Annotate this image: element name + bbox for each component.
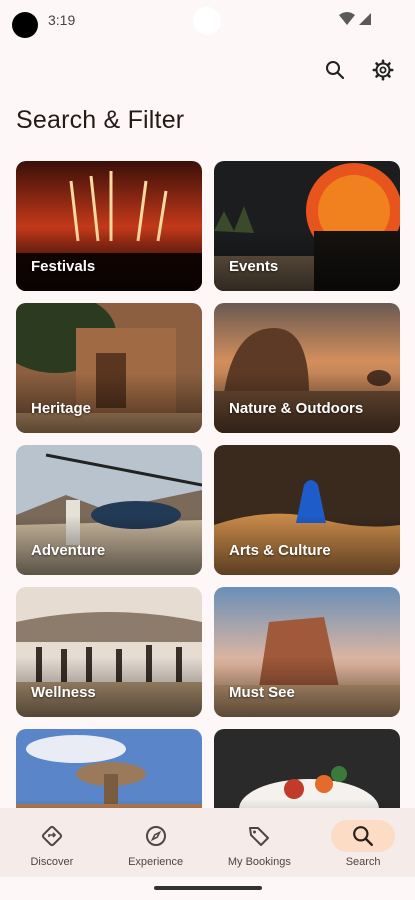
home-indicator[interactable] xyxy=(154,886,262,890)
status-time: 3:19 xyxy=(48,12,76,28)
bottom-navigation: Discover Experience My Bookings Search xyxy=(0,808,415,877)
settings-gear-icon xyxy=(372,59,394,81)
wifi-icon xyxy=(339,12,355,25)
status-icons xyxy=(339,12,373,31)
nav-pill-active xyxy=(331,820,396,852)
tag-icon xyxy=(249,827,270,846)
category-card-heritage[interactable]: Heritage xyxy=(16,303,202,433)
card-label: Heritage xyxy=(31,400,92,417)
category-grid: Festivals Events Heritage Nature & Outdo… xyxy=(16,161,400,859)
card-label: Nature & Outdoors xyxy=(229,400,364,417)
page-title: Search & Filter xyxy=(16,106,185,134)
nav-item-my-bookings[interactable]: My Bookings xyxy=(208,808,312,877)
category-card-events[interactable]: Events xyxy=(214,161,400,291)
card-label: Events xyxy=(229,258,279,275)
card-label: Wellness xyxy=(31,684,96,701)
card-label: Arts & Culture xyxy=(229,542,331,559)
front-camera xyxy=(12,12,38,38)
camera-cutout xyxy=(193,7,221,35)
card-label: Festivals xyxy=(31,258,96,275)
nav-item-search[interactable]: Search xyxy=(311,808,415,877)
category-card-festivals[interactable]: Festivals xyxy=(16,161,202,291)
nav-label: Discover xyxy=(30,856,74,868)
compass-icon xyxy=(145,826,166,846)
status-bar: 3:19 xyxy=(0,0,415,40)
category-card-adventure[interactable]: Adventure xyxy=(16,445,202,575)
nav-pill xyxy=(124,820,188,852)
search-icon xyxy=(353,826,374,847)
nav-label: My Bookings xyxy=(227,856,291,868)
category-card-arts-culture[interactable]: Arts & Culture xyxy=(214,445,400,575)
settings-button[interactable] xyxy=(369,56,397,84)
card-label: Must See xyxy=(229,684,295,701)
search-icon xyxy=(326,61,345,80)
nav-item-experience[interactable]: Experience xyxy=(104,808,208,877)
nav-pill xyxy=(227,820,291,852)
category-card-wellness[interactable]: Wellness xyxy=(16,587,202,717)
nav-pill xyxy=(20,820,84,852)
nav-label: Search xyxy=(345,856,381,868)
card-label: Adventure xyxy=(31,542,106,559)
top-actions xyxy=(321,56,397,84)
compass-diamond-icon xyxy=(41,825,62,847)
category-card-must-see[interactable]: Must See xyxy=(214,587,400,717)
category-card-nature-outdoors[interactable]: Nature & Outdoors xyxy=(214,303,400,433)
cell-signal-icon xyxy=(359,13,371,25)
nav-item-discover[interactable]: Discover xyxy=(0,808,104,877)
nav-label: Experience xyxy=(128,856,184,868)
search-button[interactable] xyxy=(321,56,349,84)
